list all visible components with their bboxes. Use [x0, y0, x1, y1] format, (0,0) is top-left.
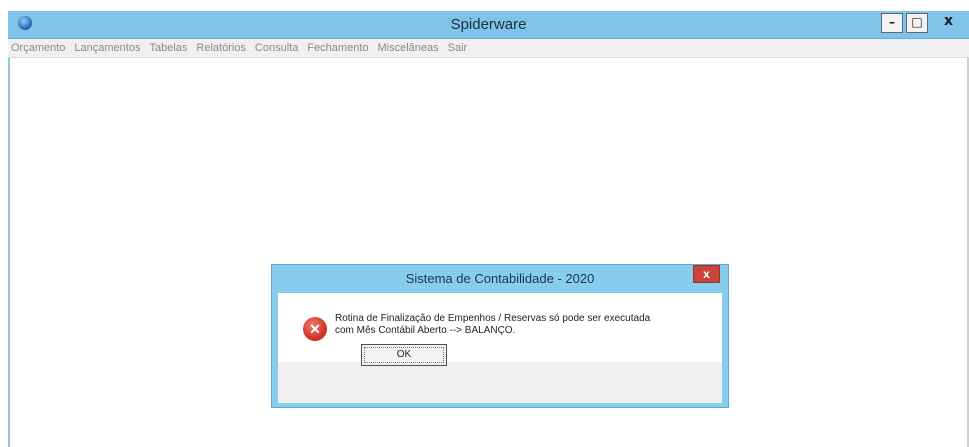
- minimize-button[interactable]: –: [881, 13, 903, 33]
- menu-item-tabelas[interactable]: Tabelas: [146, 39, 190, 54]
- window-title: Spiderware: [450, 16, 527, 33]
- window-left-border: [8, 58, 10, 447]
- menu-item-lancamentos[interactable]: Lançamentos: [71, 39, 143, 54]
- dialog-title: Sistema de Contabilidade - 2020: [405, 271, 595, 286]
- error-dialog: Sistema de Contabilidade - 2020 x ✕ Roti…: [271, 264, 729, 408]
- menu-item-consulta[interactable]: Consulta: [252, 39, 301, 54]
- error-icon: ✕: [303, 317, 327, 341]
- dialog-body: ✕ Rotina de Finalização de Empenhos / Re…: [278, 293, 722, 403]
- message-line-2: com Mês Contábil Aberto --> BALANÇO.: [335, 325, 516, 336]
- message-line-1: Rotina de Finalização de Empenhos / Rese…: [335, 313, 651, 324]
- menu-item-miscelaneas[interactable]: Miscelâneas: [375, 39, 442, 54]
- title-bar[interactable]: Spiderware – □ x: [8, 11, 969, 39]
- close-button[interactable]: x: [932, 13, 965, 33]
- dialog-footer: [278, 362, 722, 403]
- menu-bar: Orçamento Lançamentos Tabelas Relatórios…: [8, 39, 969, 58]
- menu-item-orcamento[interactable]: Orçamento: [8, 39, 68, 54]
- menu-item-sair[interactable]: Sair: [445, 39, 471, 54]
- menu-item-fechamento[interactable]: Fechamento: [304, 39, 371, 54]
- ok-button[interactable]: OK: [361, 344, 447, 366]
- dialog-close-button[interactable]: x: [693, 265, 720, 283]
- menu-item-relatorios[interactable]: Relatórios: [193, 39, 249, 54]
- dialog-message: Rotina de Finalização de Empenhos / Rese…: [335, 313, 695, 337]
- maximize-button[interactable]: □: [906, 13, 928, 33]
